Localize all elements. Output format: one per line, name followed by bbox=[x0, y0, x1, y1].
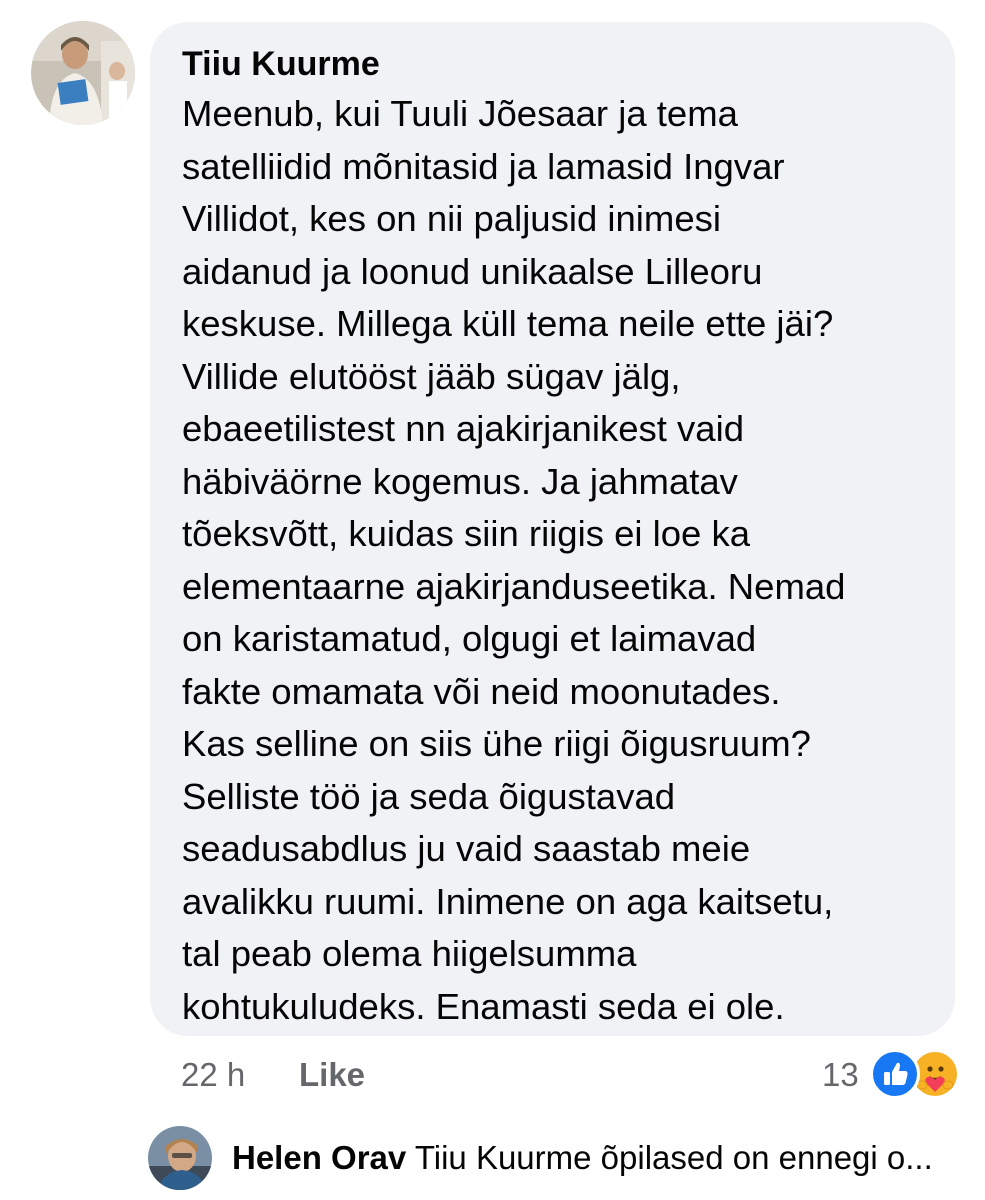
reply-author-name[interactable]: Helen Orav bbox=[232, 1139, 406, 1176]
commenter-photo bbox=[31, 21, 135, 125]
commenter-avatar[interactable] bbox=[31, 21, 135, 125]
like-icon[interactable] bbox=[870, 1049, 920, 1099]
comment-timestamp[interactable]: 22 h bbox=[181, 1055, 245, 1095]
reply-preview[interactable]: Helen Orav Tiiu Kuurme õpilased on enneg… bbox=[232, 1136, 933, 1180]
reply-avatar[interactable] bbox=[148, 1126, 212, 1190]
reaction-count[interactable]: 13 bbox=[822, 1055, 859, 1095]
comment-bubble: Tiiu Kuurme Meenub, kui Tuuli Jõesaar ja… bbox=[150, 22, 955, 1036]
comment-author-name[interactable]: Tiiu Kuurme bbox=[182, 44, 380, 84]
like-button[interactable]: Like bbox=[299, 1055, 365, 1095]
reply-author-photo bbox=[148, 1126, 212, 1190]
reply-text: Tiiu Kuurme õpilased on ennegi o... bbox=[414, 1139, 933, 1176]
comment-text: Meenub, kui Tuuli Jõesaar ja tema satell… bbox=[182, 93, 846, 1027]
